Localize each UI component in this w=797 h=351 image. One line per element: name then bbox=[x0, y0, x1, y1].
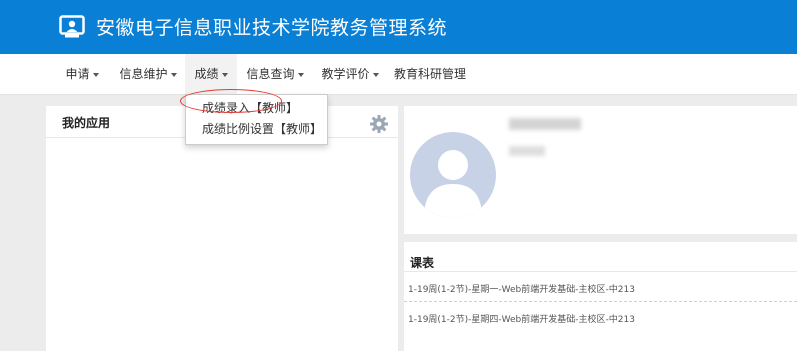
schedule-row[interactable]: 1-19周(1-2节)-星期四-Web前端开发基础-主校区-中213 bbox=[408, 312, 635, 325]
menu-info-maintenance[interactable]: 信息维护 bbox=[114, 54, 182, 94]
menu-label: 信息维护 bbox=[119, 67, 168, 81]
menu-label: 成绩 bbox=[194, 67, 219, 81]
caret-down-icon bbox=[92, 72, 99, 77]
caret-down-icon bbox=[297, 72, 304, 77]
menu-teaching-evaluation[interactable]: 教学评价 bbox=[315, 54, 385, 94]
redacted-name bbox=[509, 118, 581, 130]
menu-label: 教育科研管理 bbox=[393, 67, 466, 81]
site-title: 安徽电子信息职业技术学院教务管理系统 bbox=[96, 17, 448, 39]
menu-apply[interactable]: 申请 bbox=[58, 54, 106, 94]
monitor-user-icon bbox=[59, 15, 85, 38]
divider bbox=[404, 271, 797, 272]
menu-label: 申请 bbox=[65, 67, 90, 81]
divider bbox=[404, 301, 797, 302]
schedule-row[interactable]: 1-19周(1-2节)-星期一-Web前端开发基础-主校区-中213 bbox=[408, 282, 635, 295]
menu-label: 信息查询 bbox=[246, 67, 295, 81]
dropdown-item-grade-entry[interactable]: 成绩录入【教师】 bbox=[202, 99, 298, 117]
dropdown-item-grade-ratio-settings[interactable]: 成绩比例设置【教师】 bbox=[202, 120, 322, 138]
default-avatar-icon bbox=[410, 132, 496, 218]
menu-research-management[interactable]: 教育科研管理 bbox=[390, 54, 470, 94]
panel-title: 我的应用 bbox=[62, 116, 111, 130]
menu-info-query[interactable]: 信息查询 bbox=[240, 54, 310, 94]
profile-panel bbox=[404, 106, 797, 234]
caret-down-icon bbox=[372, 72, 379, 77]
main-menu: 申请 信息维护 成绩 信息查询 教学评价 教育科研管理 bbox=[0, 54, 797, 95]
menu-grades[interactable]: 成绩 bbox=[185, 54, 237, 94]
gear-icon[interactable] bbox=[369, 114, 389, 134]
schedule-panel: 课表 1-19周(1-2节)-星期一-Web前端开发基础-主校区-中213 1-… bbox=[404, 242, 797, 351]
panel-title: 课表 bbox=[410, 256, 435, 270]
caret-down-icon bbox=[170, 72, 177, 77]
redacted-info bbox=[509, 146, 545, 156]
caret-down-icon bbox=[221, 72, 228, 77]
top-bar: 安徽电子信息职业技术学院教务管理系统 bbox=[0, 0, 797, 54]
menu-label: 教学评价 bbox=[321, 67, 370, 81]
grades-dropdown-menu: 成绩录入【教师】 成绩比例设置【教师】 bbox=[185, 94, 328, 145]
